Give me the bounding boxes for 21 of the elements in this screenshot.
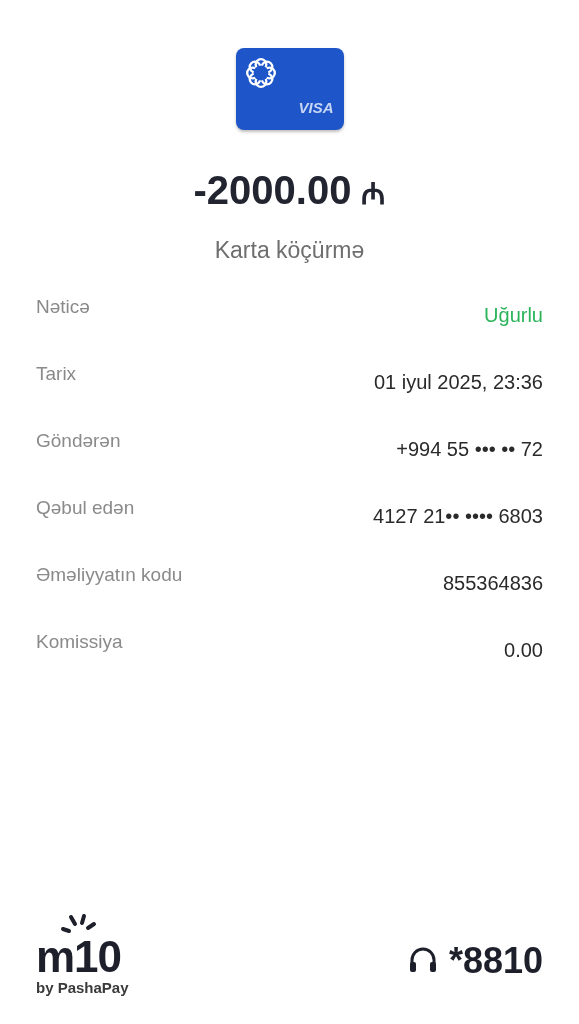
detail-value: 855364836 (442, 572, 543, 595)
detail-label: Qəbul edən (36, 497, 135, 519)
amount: -2000.00 (193, 168, 352, 213)
app-logo: m10 (36, 935, 123, 979)
detail-value: 0.00 (504, 639, 543, 662)
support-number[interactable]: *8810 (448, 940, 543, 982)
currency-sign: ₼ (361, 176, 386, 212)
transaction-type: Karta köçürmə (214, 237, 365, 264)
detail-value: Uğurlu (484, 304, 543, 327)
card-brand: VISA (298, 99, 334, 116)
rays-icon (58, 913, 98, 935)
detail-value: 4127 21•• •••• 6803 (373, 505, 543, 528)
flower-icon (243, 56, 278, 90)
detail-label: Nəticə (36, 296, 90, 318)
detail-value: +994 55 ••• •• 72 (396, 438, 543, 461)
detail-label: Göndərən (36, 430, 121, 452)
logo-tagline: by PashaPay (36, 979, 129, 996)
detail-label: Əməliyyatın kodu (36, 564, 183, 586)
detail-label: Komissiya (36, 631, 123, 653)
detail-label: Tarix (36, 363, 77, 385)
detail-value: 01 iyul 2025, 23:36 (373, 371, 543, 394)
